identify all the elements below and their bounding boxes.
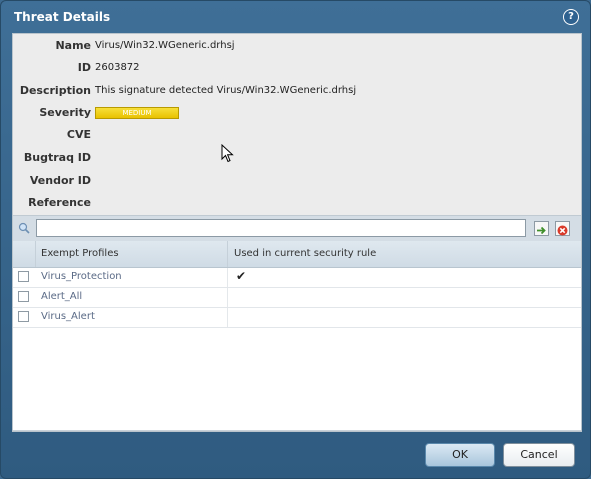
detail-row-bugtraq: Bugtraq ID [13, 149, 581, 167]
dialog-body: Name Virus/Win32.WGeneric.drhsj ID 26038… [12, 33, 582, 432]
threat-details-dialog: Threat Details ? Name Virus/Win32.WGener… [0, 0, 591, 479]
column-divider [227, 268, 228, 287]
ok-button[interactable]: OK [425, 443, 495, 467]
help-icon[interactable]: ? [563, 9, 579, 25]
arrow-right-icon [537, 226, 546, 235]
detail-row-severity: Severity MEDIUM [13, 104, 581, 122]
row-checkbox[interactable] [18, 271, 29, 282]
dialog-title: Threat Details [14, 10, 111, 24]
description-value: This signature detected Virus/Win32.WGen… [95, 85, 357, 96]
profile-name: Virus_Protection [41, 271, 122, 282]
name-label: Name [55, 39, 91, 52]
table-row[interactable]: Alert_All [13, 288, 581, 308]
apply-filter-button[interactable] [534, 221, 549, 236]
search-icon [18, 222, 30, 234]
profile-name: Virus_Alert [41, 311, 95, 322]
id-label: ID [77, 61, 91, 74]
row-checkbox[interactable] [18, 311, 29, 322]
vendor-id-label: Vendor ID [29, 174, 91, 187]
search-input[interactable] [36, 219, 526, 237]
row-checkbox[interactable] [18, 291, 29, 302]
detail-row-cve: CVE [13, 126, 581, 144]
table-bottom-border [13, 430, 581, 431]
table-row[interactable]: Virus_Alert [13, 308, 581, 328]
exempt-profiles-table: Exempt Profiles Used in current security… [13, 241, 581, 431]
detail-row-id: ID 2603872 [13, 59, 581, 77]
close-icon [557, 225, 568, 236]
id-value: 2603872 [95, 62, 140, 73]
table-row[interactable]: Virus_Protection ✔ [13, 268, 581, 288]
cve-label: CVE [66, 128, 91, 141]
column-header-exempt-profiles[interactable]: Exempt Profiles [35, 241, 228, 267]
name-value: Virus/Win32.WGeneric.drhsj [95, 40, 235, 51]
column-divider [227, 308, 228, 327]
cancel-button[interactable]: Cancel [503, 443, 575, 467]
severity-badge: MEDIUM [95, 107, 179, 119]
detail-row-name: Name Virus/Win32.WGeneric.drhsj [13, 37, 581, 55]
column-header-used-in-rule[interactable]: Used in current security rule [228, 241, 581, 267]
detail-row-vendor: Vendor ID [13, 172, 581, 190]
clear-filter-button[interactable] [555, 221, 570, 236]
check-mark-icon: ✔ [236, 269, 247, 283]
column-divider [227, 288, 228, 307]
severity-label: Severity [39, 106, 91, 119]
description-label: Description [19, 84, 91, 97]
bugtraq-label: Bugtraq ID [23, 151, 91, 164]
mouse-cursor-icon [221, 144, 234, 163]
detail-row-description: Description This signature detected Viru… [13, 82, 581, 100]
table-header: Exempt Profiles Used in current security… [13, 241, 581, 268]
detail-row-reference: Reference [13, 194, 581, 212]
threat-details-section: Name Virus/Win32.WGeneric.drhsj ID 26038… [13, 34, 581, 215]
profile-name: Alert_All [41, 291, 83, 302]
title-bar: Threat Details ? [1, 1, 590, 33]
column-header-label: Exempt Profiles [41, 248, 119, 259]
reference-label: Reference [28, 196, 91, 209]
column-header-label: Used in current security rule [234, 248, 377, 259]
header-checkbox-column [13, 241, 36, 267]
filter-toolbar [13, 215, 581, 242]
